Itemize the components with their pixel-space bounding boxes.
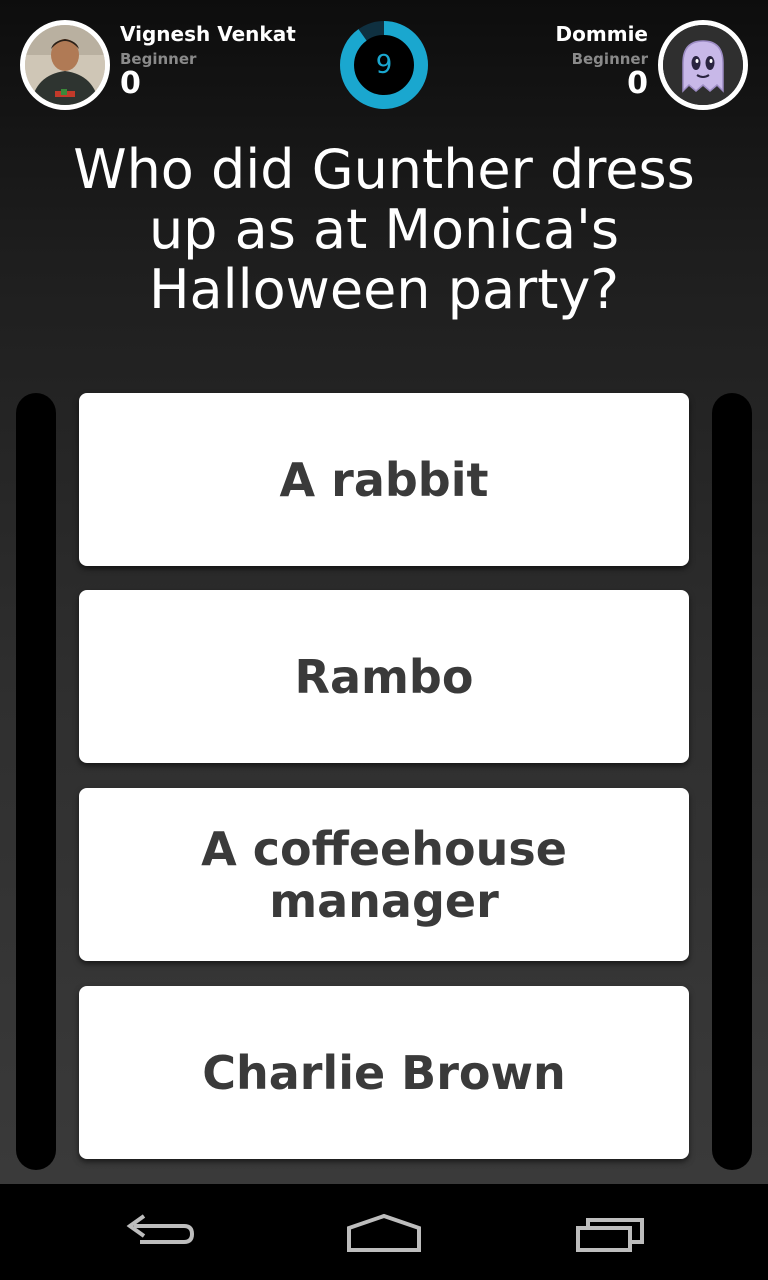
player2-name: Dommie [555, 22, 648, 46]
ghost-icon [663, 25, 743, 105]
player1-avatar [20, 20, 110, 110]
home-icon [347, 1213, 421, 1252]
back-icon [126, 1214, 195, 1244]
home-button[interactable] [334, 1204, 434, 1264]
game-screen: Vignesh Venkat Beginner 0 9 Dommie Begin… [0, 0, 768, 1280]
recent-apps-button[interactable] [560, 1204, 660, 1264]
question-text: Who did Gunther dress up as at Monica's … [73, 138, 695, 321]
answer-option-1[interactable]: A rabbit [79, 393, 689, 566]
answer-option-3[interactable]: A coffeehouse manager [79, 788, 689, 961]
answer-option-4[interactable]: Charlie Brown [79, 986, 689, 1159]
left-side-rail [16, 393, 56, 1170]
answer-option-2[interactable]: Rambo [79, 590, 689, 763]
player2-score: 0 [627, 66, 648, 101]
user-photo-avatar [25, 25, 105, 105]
recent-apps-icon [576, 1218, 644, 1252]
player1-score: 0 [120, 66, 141, 101]
player1-name: Vignesh Venkat [120, 22, 296, 46]
player2-avatar [658, 20, 748, 110]
timer-value: 9 [375, 50, 393, 80]
right-side-rail [712, 393, 752, 1170]
back-button[interactable] [110, 1204, 210, 1264]
